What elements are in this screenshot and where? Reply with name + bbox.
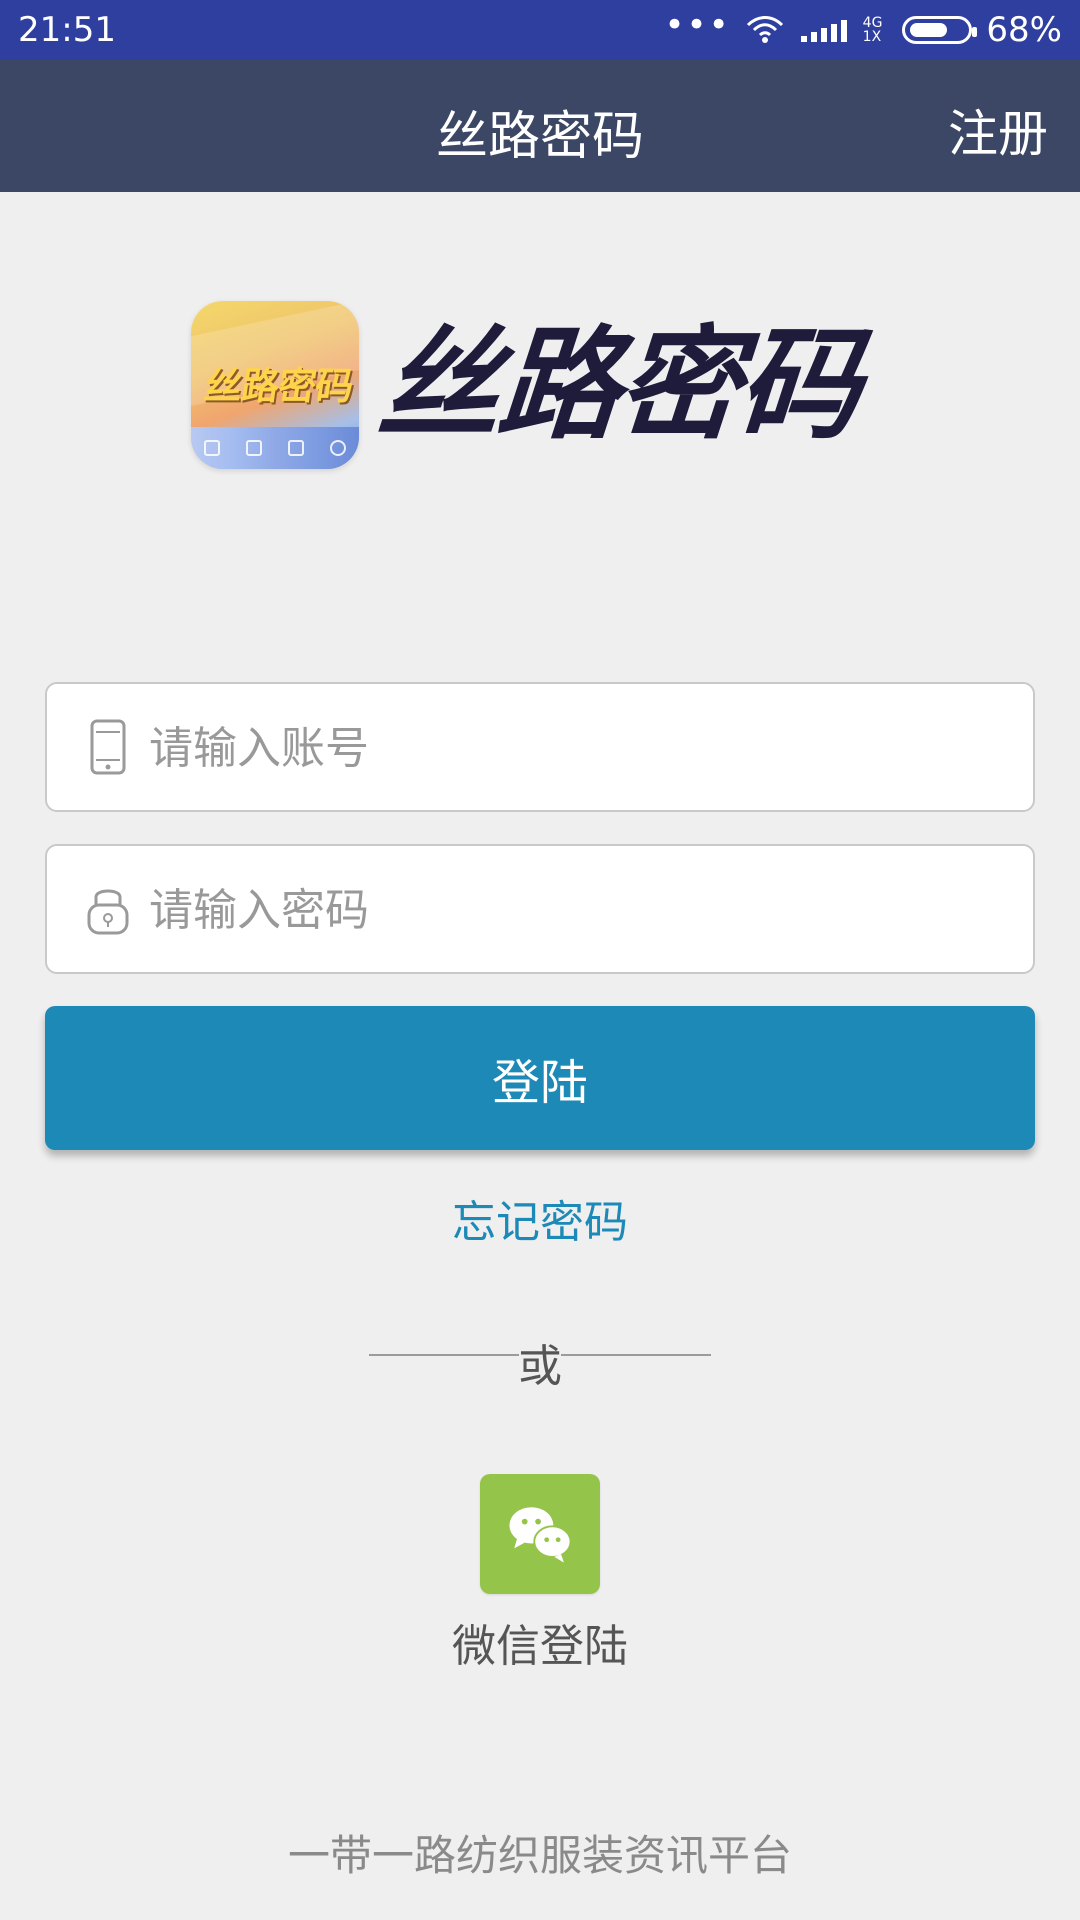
network-top: 4G (862, 15, 883, 31)
status-left: 21:51 (18, 10, 116, 50)
camera-icon (204, 440, 220, 456)
monitor-icon (288, 440, 304, 456)
battery-fill (910, 23, 948, 37)
app-logo-text: 丝路密码 (201, 364, 356, 408)
wifi-icon (746, 16, 783, 43)
network-type: 4G 1X (863, 16, 883, 44)
wechat-login-button[interactable] (480, 1474, 600, 1594)
phone-icon (90, 719, 126, 775)
status-time: 21:51 (18, 10, 116, 50)
more-dots-icon: ••• (664, 5, 731, 45)
battery-cap (972, 27, 978, 37)
status-right: ••• 4G 1X 68% (664, 5, 1062, 50)
lock-icon (87, 889, 129, 935)
logo-feature-icons (191, 427, 359, 469)
password-field[interactable] (45, 844, 1035, 974)
signal-icon (800, 20, 847, 42)
account-input[interactable] (147, 684, 1011, 812)
divider-text: 或 (518, 1341, 562, 1392)
brand-wordmark: 丝路密码 (365, 314, 893, 456)
or-divider: 或 (369, 1340, 711, 1392)
password-input[interactable] (147, 846, 1011, 974)
register-button[interactable]: 注册 (948, 94, 1048, 166)
network-bottom: 1X (862, 29, 882, 45)
page-title: 丝路密码 (435, 107, 644, 167)
battery-icon (902, 16, 978, 44)
forgot-password-link[interactable]: 忘记密码 (0, 1186, 1080, 1250)
login-button[interactable]: 登陆 (45, 1006, 1035, 1150)
battery-percent: 68% (986, 10, 1062, 50)
footer-tagline: 一带一路纺织服装资讯平台 (287, 1831, 792, 1880)
phone-icon (246, 440, 262, 456)
app-logo-icon: 丝路密码 (191, 301, 359, 469)
globe-icon (330, 440, 346, 456)
wechat-login-label[interactable]: 微信登陆 (0, 1610, 1080, 1674)
brand-logo-area: 丝路密码 丝路密码 (191, 300, 893, 470)
app-bar: 丝路密码 注册 (0, 60, 1080, 192)
account-field[interactable] (45, 682, 1035, 812)
wechat-icon (509, 1507, 572, 1563)
status-bar: 21:51 ••• 4G 1X 68% (0, 0, 1080, 60)
